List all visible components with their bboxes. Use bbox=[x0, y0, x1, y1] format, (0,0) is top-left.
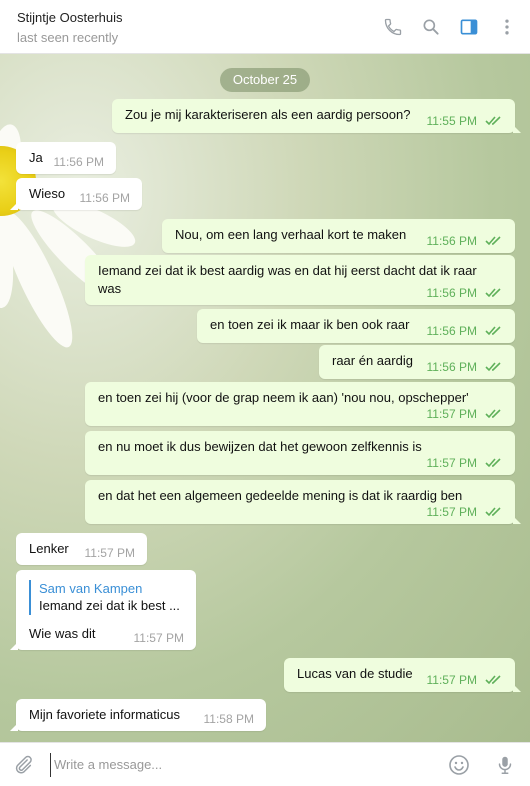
message-bubble[interactable]: Ja 11:56 PM bbox=[16, 142, 116, 174]
message-time: 11:56 PM bbox=[426, 360, 477, 374]
reply-author: Sam van Kampen bbox=[39, 581, 143, 596]
message-time: 11:57 PM bbox=[426, 673, 477, 687]
message-time: 11:56 PM bbox=[79, 191, 130, 205]
message-list[interactable]: October 25 Zou je mij karakteriseren als… bbox=[0, 54, 530, 742]
message-text: Wie was dit bbox=[29, 626, 96, 641]
phone-icon[interactable] bbox=[380, 14, 406, 40]
read-ticks-icon bbox=[485, 362, 501, 372]
reply-snippet: Iemand zei dat ik best ... bbox=[39, 598, 180, 613]
read-ticks-icon bbox=[485, 116, 501, 126]
message-bubble[interactable]: en toen zei hij (voor de grap neem ik aa… bbox=[85, 382, 515, 426]
message-bubble[interactable]: Mijn favoriete informaticus 11:58 PM bbox=[10, 699, 266, 731]
search-icon[interactable] bbox=[418, 14, 444, 40]
message-time: 11:57 PM bbox=[426, 456, 477, 470]
message-text: Zou je mij karakteriseren als een aardig… bbox=[125, 107, 411, 122]
emoji-icon[interactable] bbox=[446, 752, 472, 778]
read-ticks-icon bbox=[485, 236, 501, 246]
read-ticks-icon bbox=[485, 409, 501, 419]
contact-name[interactable]: Stijntje Oosterhuis bbox=[17, 10, 123, 25]
message-time: 11:57 PM bbox=[426, 505, 477, 519]
message-text: Ja bbox=[29, 150, 43, 165]
message-bubble[interactable]: en toen zei ik maar ik ben ook raar 11:5… bbox=[197, 309, 515, 343]
reply-quote[interactable]: Sam van Kampen Iemand zei dat ik best ..… bbox=[29, 580, 180, 615]
contact-status: last seen recently bbox=[17, 30, 119, 45]
read-ticks-icon bbox=[485, 507, 501, 517]
message-bubble[interactable]: en nu moet ik dus bewijzen dat het gewoo… bbox=[85, 431, 515, 475]
message-text: Wieso bbox=[29, 186, 66, 201]
message-text: en nu moet ik dus bewijzen dat het gewoo… bbox=[98, 439, 422, 454]
message-time: 11:57 PM bbox=[133, 631, 184, 645]
message-text: raar én aardig bbox=[332, 353, 413, 368]
message-text: en toen zei hij (voor de grap neem ik aa… bbox=[98, 390, 469, 405]
message-time: 11:56 PM bbox=[426, 234, 477, 248]
message-bubble[interactable]: Lucas van de studie 11:57 PM bbox=[284, 658, 521, 692]
read-ticks-icon bbox=[485, 326, 501, 336]
microphone-icon[interactable] bbox=[492, 752, 518, 778]
message-composer: Write a message... bbox=[0, 742, 530, 786]
read-ticks-icon bbox=[485, 458, 501, 468]
message-text: Mijn favoriete informaticus bbox=[29, 707, 180, 722]
message-bubble[interactable]: Iemand zei dat ik best aardig was en dat… bbox=[85, 255, 515, 305]
message-text: Lenker bbox=[29, 541, 69, 556]
message-time: 11:58 PM bbox=[203, 712, 254, 726]
date-separator: October 25 bbox=[220, 68, 310, 92]
message-bubble[interactable]: Sam van Kampen Iemand zei dat ik best ..… bbox=[10, 570, 196, 650]
message-time: 11:57 PM bbox=[426, 407, 477, 421]
more-vertical-icon[interactable] bbox=[494, 14, 520, 40]
message-bubble[interactable]: raar én aardig 11:56 PM bbox=[319, 345, 515, 379]
message-time: 11:57 PM bbox=[84, 546, 135, 560]
message-input[interactable]: Write a message... bbox=[50, 753, 430, 777]
message-time: 11:55 PM bbox=[426, 114, 477, 128]
message-text: en toen zei ik maar ik ben ook raar bbox=[210, 317, 410, 332]
message-bubble[interactable]: Nou, om een lang verhaal kort te maken 1… bbox=[162, 219, 515, 253]
attach-icon[interactable] bbox=[10, 752, 36, 778]
sidebar-toggle-icon[interactable] bbox=[456, 14, 482, 40]
message-time: 11:56 PM bbox=[426, 324, 477, 338]
message-bubble[interactable]: Lenker 11:57 PM bbox=[16, 533, 147, 565]
chat-header: Stijntje Oosterhuis last seen recently bbox=[0, 0, 530, 54]
message-bubble[interactable]: Zou je mij karakteriseren als een aardig… bbox=[112, 99, 521, 133]
message-text: en dat het een algemeen gedeelde mening … bbox=[98, 488, 463, 503]
message-time: 11:56 PM bbox=[53, 155, 104, 169]
message-text: Nou, om een lang verhaal kort te maken bbox=[175, 227, 407, 242]
message-bubble[interactable]: Wieso 11:56 PM bbox=[10, 178, 142, 210]
read-ticks-icon bbox=[485, 675, 501, 685]
message-time: 11:56 PM bbox=[426, 286, 477, 300]
message-text: Lucas van de studie bbox=[297, 666, 413, 681]
read-ticks-icon bbox=[485, 288, 501, 298]
message-bubble[interactable]: en dat het een algemeen gedeelde mening … bbox=[85, 480, 521, 524]
